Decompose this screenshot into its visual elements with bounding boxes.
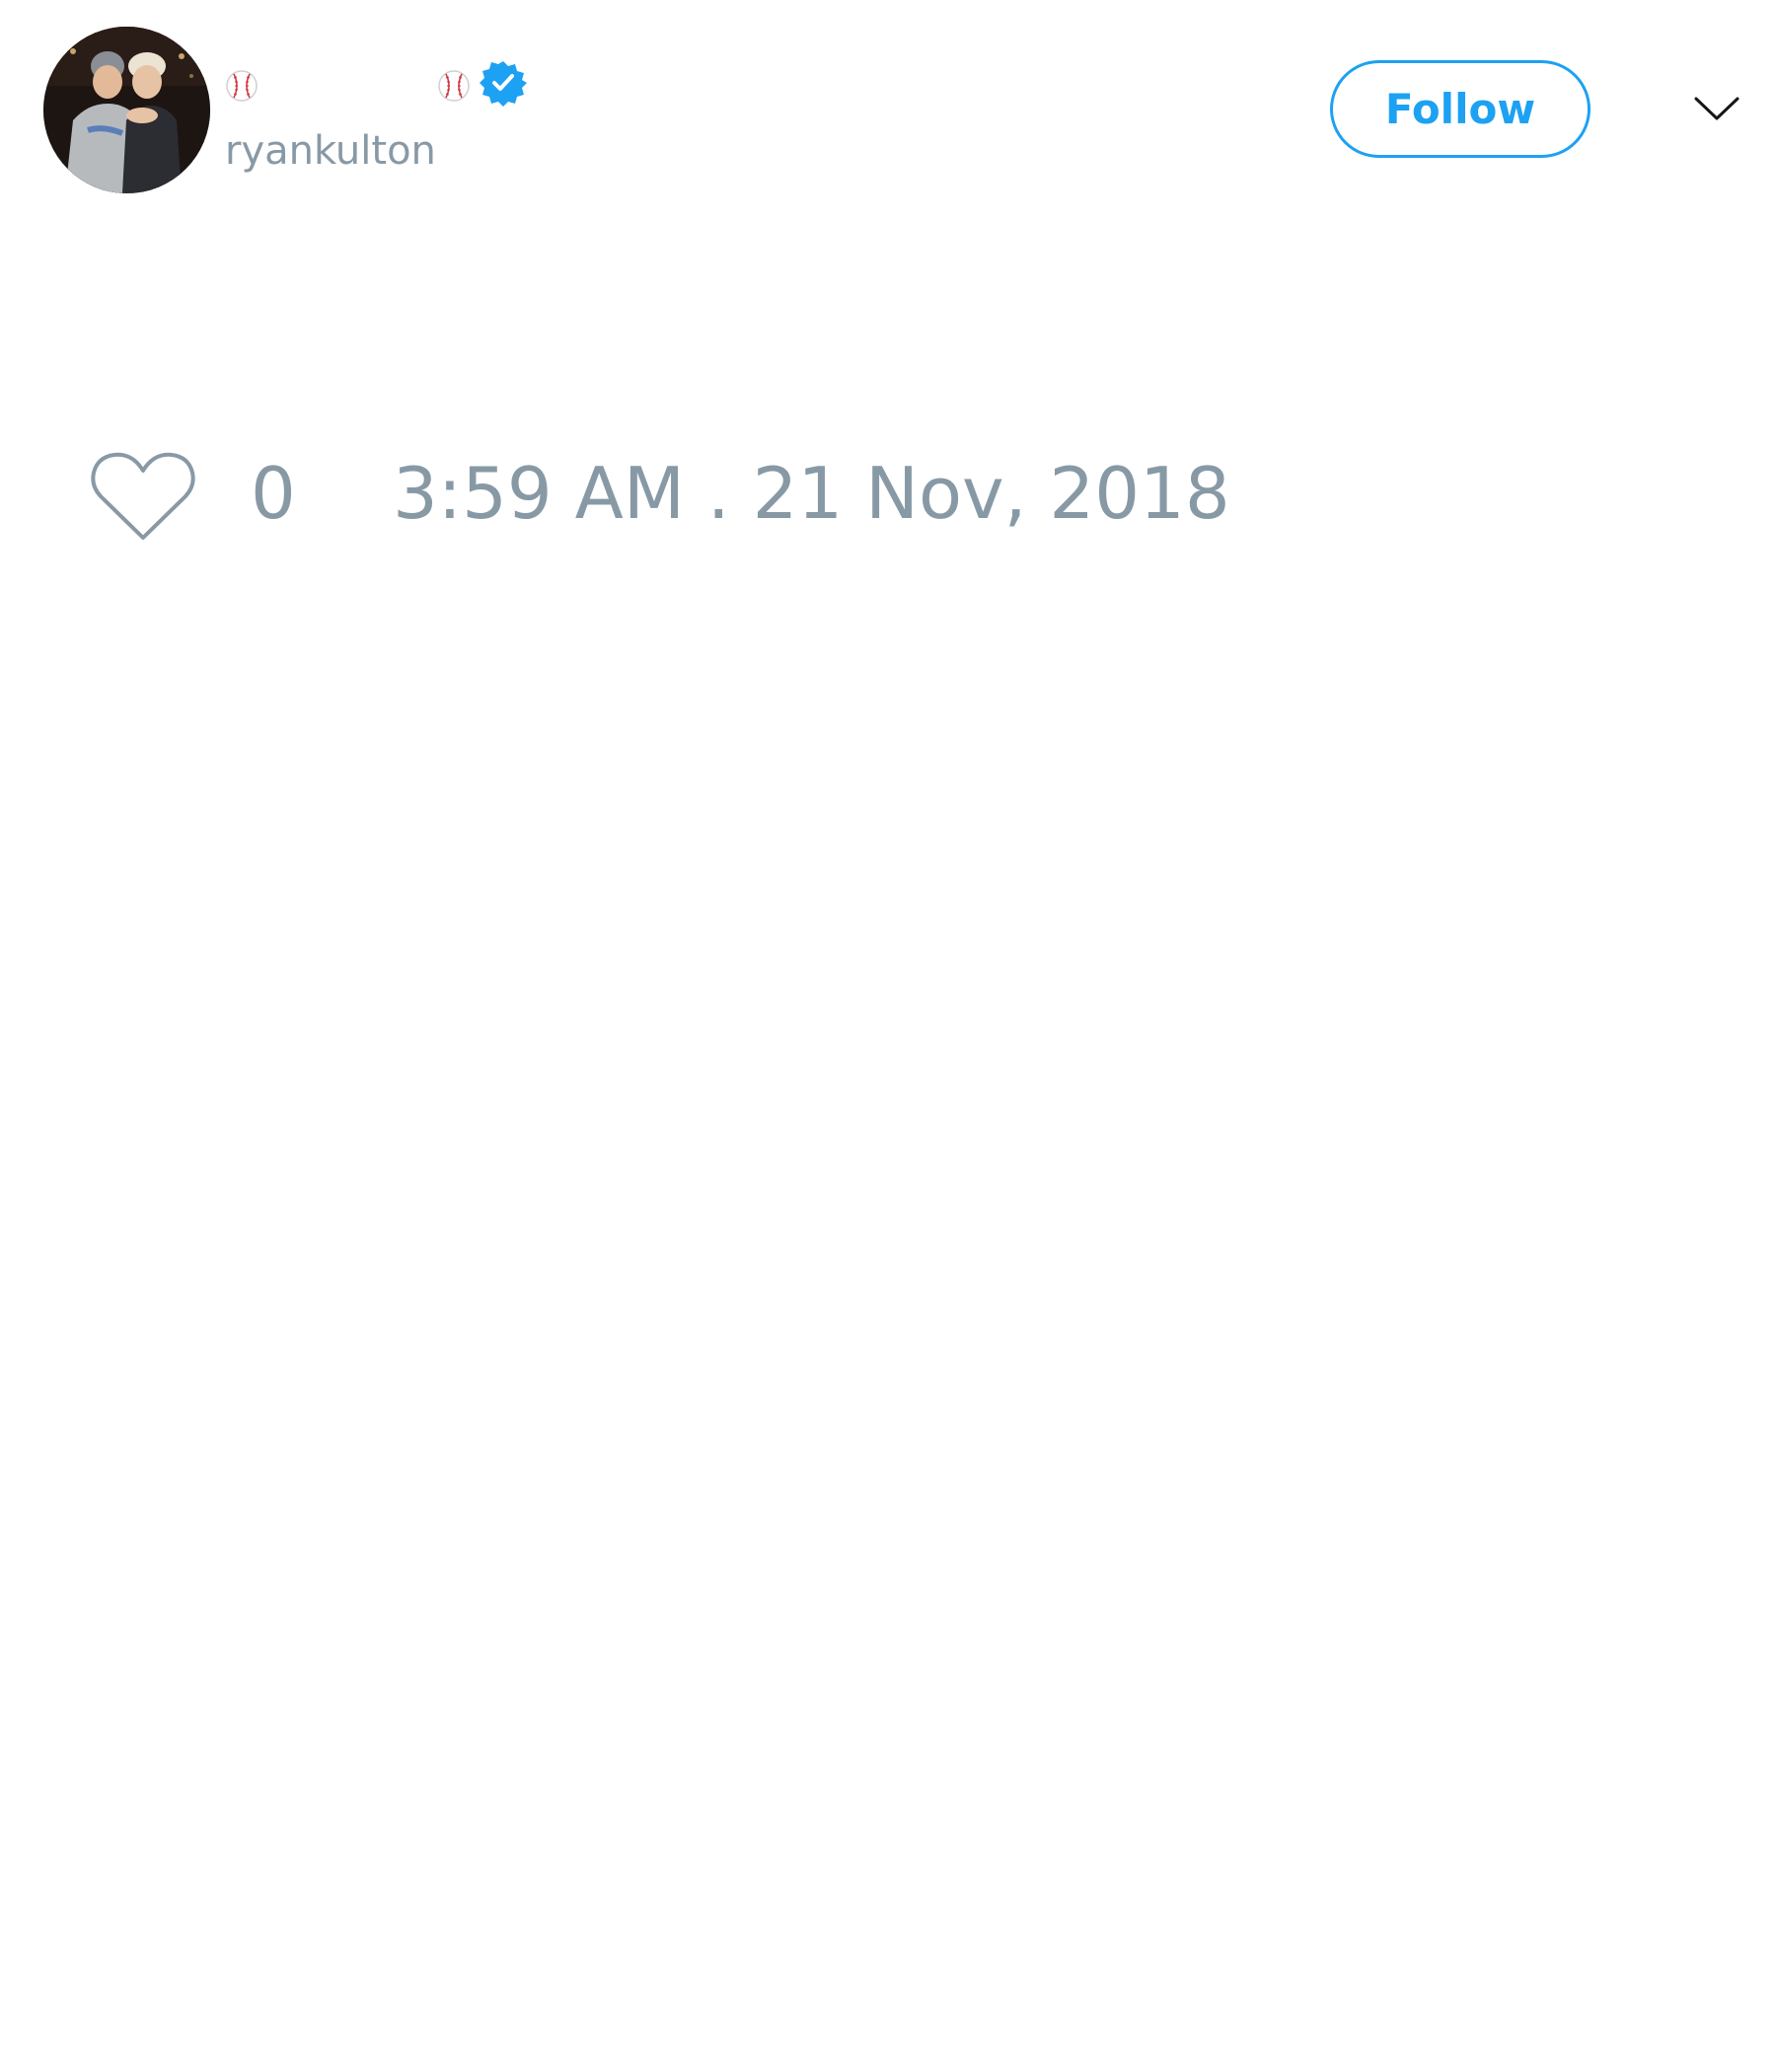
author-name-row[interactable]	[225, 59, 560, 109]
avatar[interactable]	[43, 27, 210, 193]
chevron-down-icon[interactable]	[1692, 89, 1741, 128]
like-count: 0	[251, 452, 296, 535]
tweet-actions: 0 3:59 AM . 21 Nov, 2018	[0, 434, 1776, 553]
baseball-icon	[437, 69, 471, 103]
tweet-timestamp[interactable]: 3:59 AM . 21 Nov, 2018	[393, 454, 1230, 533]
author-handle[interactable]: ryankulton	[225, 126, 436, 176]
follow-button[interactable]: Follow	[1330, 60, 1591, 158]
heart-icon[interactable]	[89, 449, 197, 543]
baseball-icon	[225, 69, 259, 103]
verified-badge-icon	[480, 59, 527, 107]
tweet-card: ryankulton Follow 0 3:59 AM . 21 Nov, 20…	[0, 0, 1776, 2072]
avatar-image	[43, 27, 210, 193]
